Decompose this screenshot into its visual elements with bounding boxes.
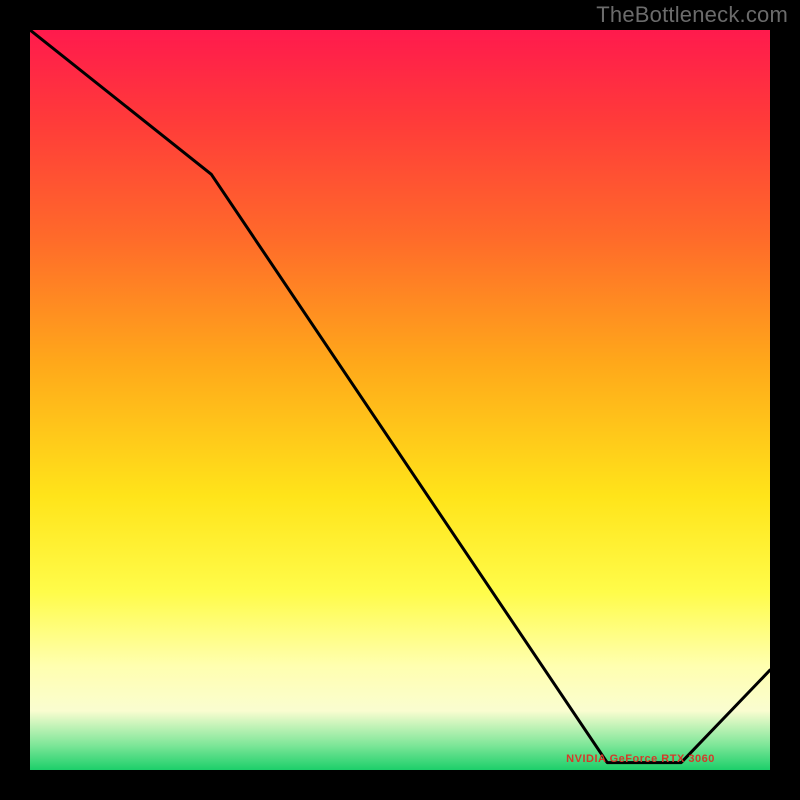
chart-frame: TheBottleneck.com NVIDIA GeForce RTX 306…	[0, 0, 800, 800]
line-layer	[30, 30, 770, 770]
plot-area-clip: NVIDIA GeForce RTX 3060	[30, 30, 770, 770]
gpu-annotation: NVIDIA GeForce RTX 3060	[566, 753, 715, 765]
plot-area: NVIDIA GeForce RTX 3060	[30, 30, 770, 770]
bottleneck-curve	[30, 30, 770, 763]
watermark-text: TheBottleneck.com	[596, 2, 788, 28]
